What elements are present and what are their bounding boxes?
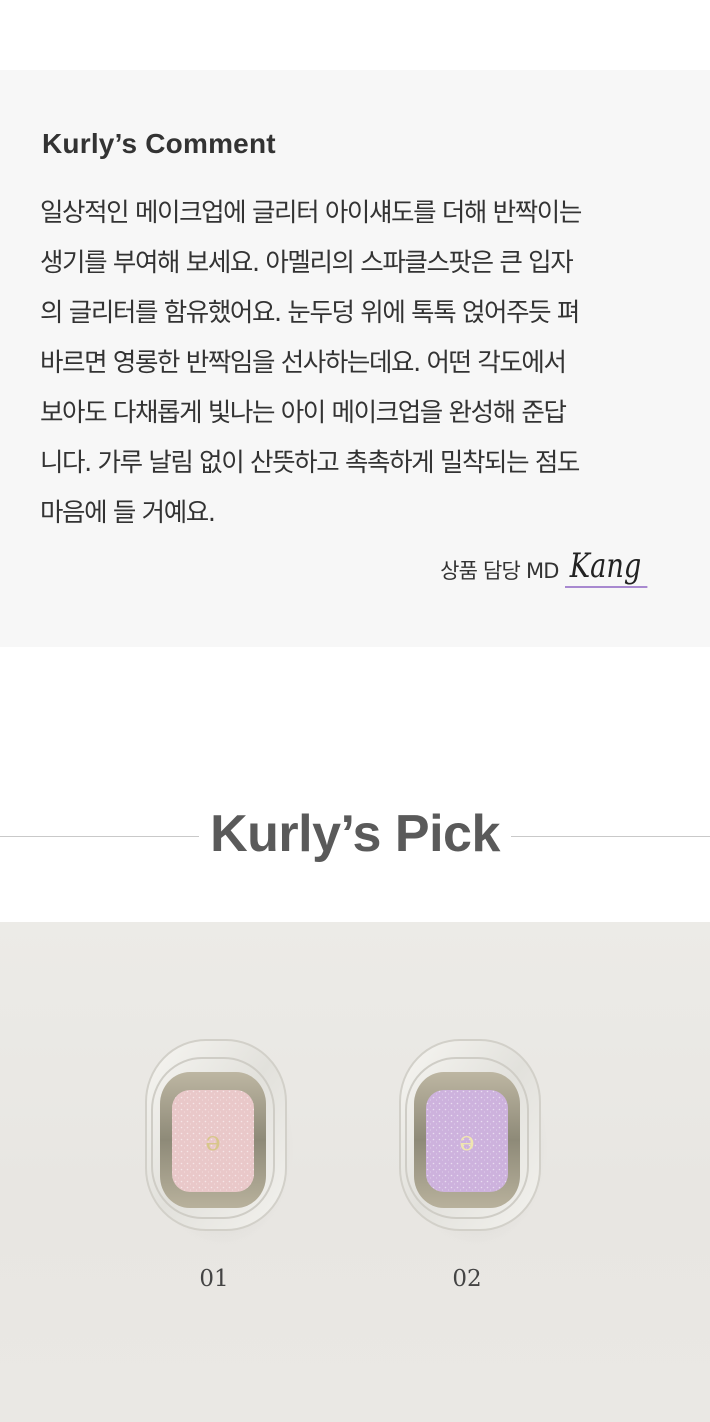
pick-title: Kurly’s Pick (210, 805, 500, 863)
md-label: 상품 담당 MD (440, 559, 559, 583)
comment-line: 마음에 들 거예요. (40, 498, 216, 528)
divider-right (511, 836, 710, 837)
comment-line: 일상적인 메이크업에 글리터 아이섀도를 더해 반짝이는 (40, 198, 582, 228)
product-logo: ə (205, 1127, 220, 1157)
product-logo: ə (459, 1127, 474, 1157)
product-photo: ə ə (0, 922, 710, 1422)
comment-line: 의 글리터를 함유했어요. 눈두덩 위에 톡톡 얹어주듯 펴 (40, 298, 580, 328)
comment-line: 바르면 영롱한 반짝임을 선사하는데요. 어떤 각도에서 (40, 348, 567, 378)
comment-line: 니다. 가루 날림 없이 산뜻하고 촉촉하게 밀착되는 점도 (40, 448, 580, 478)
comment-line: 생기를 부여해 보세요. 아멜리의 스파클스팟은 큰 입자 (40, 248, 574, 278)
md-signature-block: 상품 담당 MD Kang (440, 540, 668, 588)
md-signature: Kang (564, 546, 648, 588)
pick-heading: Kurly’s Pick (0, 796, 710, 876)
product-photo-illustration: ə ə (145, 1039, 548, 1248)
product-1: ə (145, 1039, 294, 1248)
product-2: ə (399, 1039, 548, 1248)
comment-title: Kurly’s Comment (42, 128, 276, 159)
comment-body: 일상적인 메이크업에 글리터 아이섀도를 더해 반짝이는 생기를 부여해 보세요… (40, 188, 680, 538)
comment-line: 보아도 다채롭게 빛나는 아이 메이크업을 완성해 준답 (40, 398, 567, 428)
product-label-01: 01 (199, 1266, 229, 1292)
product-label-02: 02 (452, 1266, 482, 1292)
